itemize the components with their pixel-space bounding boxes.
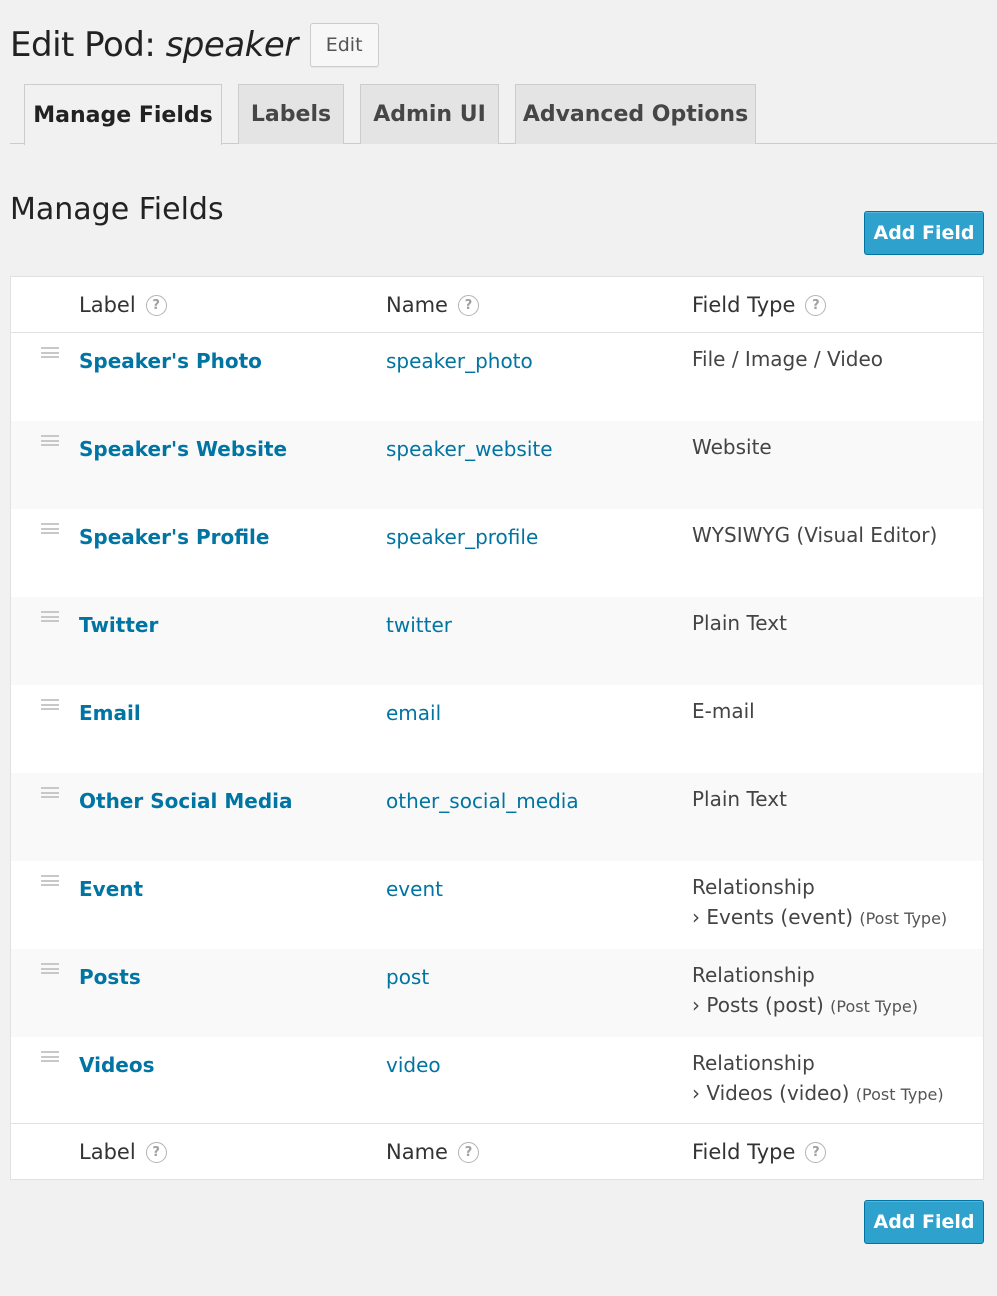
field-label-link[interactable]: Speaker's Website — [79, 437, 287, 461]
drag-handle-icon[interactable] — [41, 963, 59, 974]
field-label-link[interactable]: Event — [79, 877, 143, 901]
field-label-link[interactable]: Posts — [79, 965, 141, 989]
field-type-name: Relationship — [692, 875, 815, 899]
column-header-field-type[interactable]: Field Type ? — [692, 277, 827, 333]
field-type-name: Relationship — [692, 1051, 815, 1075]
table-footer: Label ? Name ? Field Type ? — [11, 1123, 983, 1179]
drag-handle-icon[interactable] — [41, 611, 59, 622]
field-type: Relationship › Videos (video) (Post Type… — [692, 1048, 944, 1110]
column-header-name[interactable]: Name ? — [386, 277, 479, 333]
field-type: Website — [692, 435, 772, 459]
tab-admin-ui[interactable]: Admin UI — [360, 84, 499, 144]
field-name-link[interactable]: speaker_website — [386, 437, 553, 461]
drag-handle-icon[interactable] — [41, 1051, 59, 1062]
add-field-button-bottom[interactable]: Add Field — [864, 1200, 984, 1244]
field-name-link[interactable]: post — [386, 965, 429, 989]
field-type: Relationship › Events (event) (Post Type… — [692, 872, 947, 934]
field-name-link[interactable]: video — [386, 1053, 441, 1077]
drag-handle-icon[interactable] — [41, 875, 59, 886]
table-row: Speaker's Website speaker_website Websit… — [11, 421, 983, 509]
column-footer-field-type[interactable]: Field Type ? — [692, 1124, 827, 1180]
drag-handle-icon[interactable] — [41, 787, 59, 798]
table-row: Speaker's Photo speaker_photo File / Ima… — [11, 333, 983, 421]
table-row: Other Social Media other_social_media Pl… — [11, 773, 983, 861]
related-object-name: › Posts (post) — [692, 993, 824, 1017]
related-object: › Videos (video) (Post Type) — [692, 1078, 944, 1110]
table-row: Event event Relationship › Events (event… — [11, 861, 983, 949]
page-title: Edit Pod: speaker — [10, 25, 298, 65]
drag-handle-icon[interactable] — [41, 523, 59, 534]
section-title: Manage Fields — [10, 192, 224, 227]
table-header: Label ? Name ? Field Type ? — [11, 277, 983, 333]
pod-name: speaker — [165, 25, 299, 65]
related-object: › Events (event) (Post Type) — [692, 902, 947, 934]
drag-handle-icon[interactable] — [41, 435, 59, 446]
help-circle-icon[interactable]: ? — [805, 294, 827, 316]
help-circle-icon[interactable]: ? — [457, 294, 479, 316]
column-footer-name[interactable]: Name ? — [386, 1124, 479, 1180]
field-label-link[interactable]: Twitter — [79, 613, 158, 637]
related-object-kind: (Post Type) — [859, 909, 948, 928]
related-object: › Posts (post) (Post Type) — [692, 990, 918, 1022]
column-header-field-type-text: Field Type — [692, 293, 796, 317]
related-object-kind: (Post Type) — [830, 997, 918, 1016]
field-type: Plain Text — [692, 611, 787, 635]
tab-advanced-options[interactable]: Advanced Options — [515, 84, 756, 144]
table-row: Email email E-mail — [11, 685, 983, 773]
field-name-link[interactable]: speaker_photo — [386, 349, 533, 373]
page-title-prefix: Edit Pod: — [10, 25, 156, 65]
help-circle-icon[interactable]: ? — [457, 1141, 479, 1163]
table-row: Posts post Relationship › Posts (post) (… — [11, 949, 983, 1037]
table-row: Videos video Relationship › Videos (vide… — [11, 1037, 983, 1125]
column-header-label[interactable]: Label ? — [79, 277, 167, 333]
field-name-link[interactable]: other_social_media — [386, 789, 579, 813]
field-label-link[interactable]: Email — [79, 701, 141, 725]
title-row: Edit Pod: speaker Edit — [10, 20, 379, 70]
field-label-link[interactable]: Videos — [79, 1053, 155, 1077]
help-circle-icon[interactable]: ? — [145, 1141, 167, 1163]
drag-handle-icon[interactable] — [41, 699, 59, 710]
fields-table: Label ? Name ? Field Type ? Speaker's Ph… — [10, 276, 984, 1180]
help-circle-icon[interactable]: ? — [145, 294, 167, 316]
column-footer-label-text: Label — [79, 1140, 136, 1164]
help-circle-icon[interactable]: ? — [805, 1141, 827, 1163]
related-object-kind: (Post Type) — [855, 1085, 944, 1104]
table-row: Speaker's Profile speaker_profile WYSIWY… — [11, 509, 983, 597]
add-field-button-top[interactable]: Add Field — [864, 211, 984, 255]
drag-handle-icon[interactable] — [41, 347, 59, 358]
field-name-link[interactable]: event — [386, 877, 443, 901]
field-type-name: Relationship — [692, 963, 815, 987]
tab-labels[interactable]: Labels — [238, 84, 344, 144]
field-type: File / Image / Video — [692, 347, 884, 371]
field-type: Plain Text — [692, 787, 787, 811]
field-name-link[interactable]: speaker_profile — [386, 525, 538, 549]
field-name-link[interactable]: email — [386, 701, 441, 725]
field-name-link[interactable]: twitter — [386, 613, 452, 637]
edit-pod-button[interactable]: Edit — [309, 23, 379, 67]
column-footer-field-type-text: Field Type — [692, 1140, 796, 1164]
field-label-link[interactable]: Speaker's Photo — [79, 349, 262, 373]
tab-manage-fields[interactable]: Manage Fields — [24, 84, 222, 145]
field-type: E-mail — [692, 699, 755, 723]
field-label-link[interactable]: Speaker's Profile — [79, 525, 269, 549]
table-row: Twitter twitter Plain Text — [11, 597, 983, 685]
field-type: Relationship › Posts (post) (Post Type) — [692, 960, 918, 1022]
related-object-name: › Videos (video) — [692, 1081, 850, 1105]
column-header-name-text: Name — [386, 293, 448, 317]
column-footer-label[interactable]: Label ? — [79, 1124, 167, 1180]
field-type: WYSIWYG (Visual Editor) — [692, 523, 938, 547]
column-header-label-text: Label — [79, 293, 136, 317]
related-object-name: › Events (event) — [692, 905, 853, 929]
field-label-link[interactable]: Other Social Media — [79, 789, 293, 813]
tab-bar: Manage Fields Labels Admin UI Advanced O… — [10, 84, 997, 145]
column-footer-name-text: Name — [386, 1140, 448, 1164]
